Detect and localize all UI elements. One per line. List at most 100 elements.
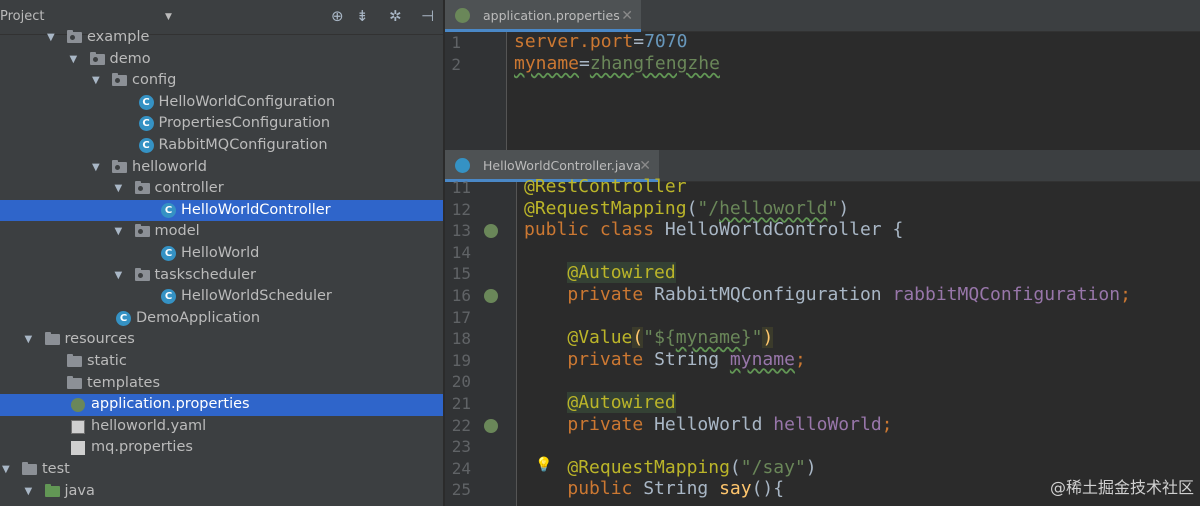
tree-item[interactable]: helloworld.yaml — [0, 416, 443, 438]
expand-arrow-icon[interactable]: ▼ — [2, 459, 10, 480]
tree-item-label: demo — [109, 50, 151, 67]
expand-arrow-icon[interactable]: ▼ — [115, 265, 123, 286]
tree-item[interactable]: ▼ demo — [0, 49, 443, 71]
code-token: ; — [1120, 284, 1131, 305]
expand-arrow-icon[interactable]: ▼ — [115, 221, 123, 242]
code-line[interactable]: public String say(){ — [524, 478, 784, 499]
tree-item-label: controller — [154, 180, 224, 197]
close-icon[interactable]: ✕ — [621, 0, 633, 32]
lightbulb-icon[interactable]: 💡 — [535, 457, 552, 473]
expand-arrow-icon[interactable]: ▼ — [92, 157, 100, 178]
code-token: ; — [794, 348, 806, 370]
line-number: 2 — [451, 55, 461, 74]
tree-item[interactable]: application.properties — [0, 394, 443, 416]
tree-item-label: model — [154, 223, 200, 240]
tree-item-label: RabbitMQConfiguration — [158, 137, 328, 153]
autowired-icon[interactable] — [484, 418, 498, 433]
code-line[interactable]: @Autowired — [524, 392, 676, 413]
tree-item[interactable]: C HelloWorld — [0, 243, 443, 265]
yaml-file-icon — [71, 419, 85, 434]
tree-item[interactable]: ▼ test — [0, 459, 443, 481]
code-token: ) — [762, 327, 774, 349]
class-icon: C — [138, 116, 154, 132]
line-number: 21 — [451, 394, 471, 413]
tree-item[interactable]: static — [0, 351, 443, 373]
code-token: ( — [632, 327, 644, 349]
tree-item-label: config — [132, 72, 177, 89]
chevron-down-icon[interactable]: ▼ — [165, 12, 172, 22]
code-token: ( — [729, 456, 741, 478]
class-icon: C — [138, 138, 154, 153]
code-token: HelloWorld — [654, 413, 774, 435]
line-number: 16 — [451, 286, 471, 305]
tree-item[interactable]: C HelloWorldConfiguration — [0, 92, 443, 114]
autowired-icon[interactable] — [484, 289, 498, 303]
expand-arrow-icon[interactable]: ▼ — [70, 49, 78, 70]
tree-item-label: HelloWorldConfiguration — [158, 93, 336, 110]
code-token: "/ — [697, 197, 720, 219]
line-number: 22 — [451, 415, 471, 435]
code-line[interactable]: public class HelloWorldController { — [524, 219, 903, 240]
tree-item[interactable]: ▼ example — [0, 27, 443, 49]
collapse-icon[interactable]: ⇟ — [356, 7, 369, 25]
tree-item[interactable]: ▼ model — [0, 221, 443, 243]
tree-item[interactable]: C RabbitMQConfiguration — [0, 135, 443, 157]
expand-arrow-icon[interactable]: ▼ — [115, 178, 123, 199]
tree-item[interactable]: ▼ config — [0, 70, 443, 92]
line-number: 12 — [451, 199, 471, 219]
code-line[interactable]: myname=zhangfengzhe — [514, 53, 720, 74]
tree-item-label: taskscheduler — [154, 266, 256, 283]
target-icon[interactable]: ⊕ — [331, 7, 344, 25]
folder-icon — [67, 354, 82, 367]
hide-icon[interactable]: ⊣ — [421, 7, 434, 25]
tree-item[interactable]: ▼ controller — [0, 178, 443, 200]
tree-item-label: DemoApplication — [136, 309, 261, 326]
code-line[interactable]: private RabbitMQConfiguration rabbitMQCo… — [524, 284, 1131, 305]
code-token: private — [567, 348, 655, 370]
code-line[interactable]: private String myname; — [524, 348, 806, 370]
tab-application-properties[interactable]: application.properties ✕ — [445, 0, 641, 32]
code-token: = — [579, 53, 590, 74]
tree-item[interactable]: C HelloWorldScheduler — [0, 286, 443, 308]
tree-item[interactable]: mq.properties — [0, 437, 443, 459]
line-number: 19 — [451, 350, 471, 370]
tree-item[interactable]: ▼ java — [0, 481, 443, 503]
tree-item[interactable]: ▼ resources — [0, 329, 443, 351]
tree-item[interactable]: C PropertiesConfiguration — [0, 113, 443, 135]
resources-folder-icon — [44, 332, 60, 346]
tree-item-label: HelloWorldScheduler — [181, 288, 332, 305]
code-token: String — [643, 478, 720, 500]
package-icon — [112, 73, 127, 87]
tree-item-label: test — [42, 461, 70, 477]
tree-item[interactable]: templates — [0, 373, 443, 395]
tree-item[interactable]: ▼ helloworld — [0, 157, 443, 179]
code-line[interactable]: @Autowired — [524, 262, 676, 284]
test-folder-icon — [22, 462, 37, 475]
tree-item[interactable]: ▼ taskscheduler — [0, 265, 443, 287]
gear-icon[interactable]: ✲ — [389, 7, 402, 25]
source-folder-icon — [44, 483, 60, 497]
package-icon — [134, 224, 150, 238]
expand-arrow-icon[interactable]: ▼ — [25, 329, 33, 350]
code-line[interactable]: server.port=7070 — [514, 31, 687, 52]
tree-item[interactable]: C DemoApplication — [0, 308, 443, 330]
code-line[interactable]: @RestController — [524, 176, 687, 197]
code-token: helloworld — [719, 197, 828, 219]
expand-arrow-icon[interactable]: ▼ — [92, 70, 100, 91]
tree-item[interactable]: C HelloWorldController — [0, 199, 443, 222]
code-token: (){ — [751, 478, 785, 500]
code-line[interactable]: private HelloWorld helloWorld; — [524, 413, 892, 435]
code-line[interactable]: @Value("${myname}") — [524, 327, 774, 349]
expand-arrow-icon[interactable]: ▼ — [25, 481, 33, 502]
package-icon — [134, 267, 150, 281]
project-title[interactable]: Project — [0, 9, 44, 24]
spring-leaf-icon — [455, 8, 470, 23]
code-line[interactable]: @RequestMapping("/helloworld") — [524, 198, 849, 219]
code-token: @RequestMapping — [567, 456, 730, 478]
package-icon — [67, 30, 82, 43]
code-token: }" — [740, 327, 763, 349]
code-line[interactable]: @RequestMapping("/say") — [524, 456, 816, 478]
expand-arrow-icon[interactable]: ▼ — [47, 27, 55, 48]
